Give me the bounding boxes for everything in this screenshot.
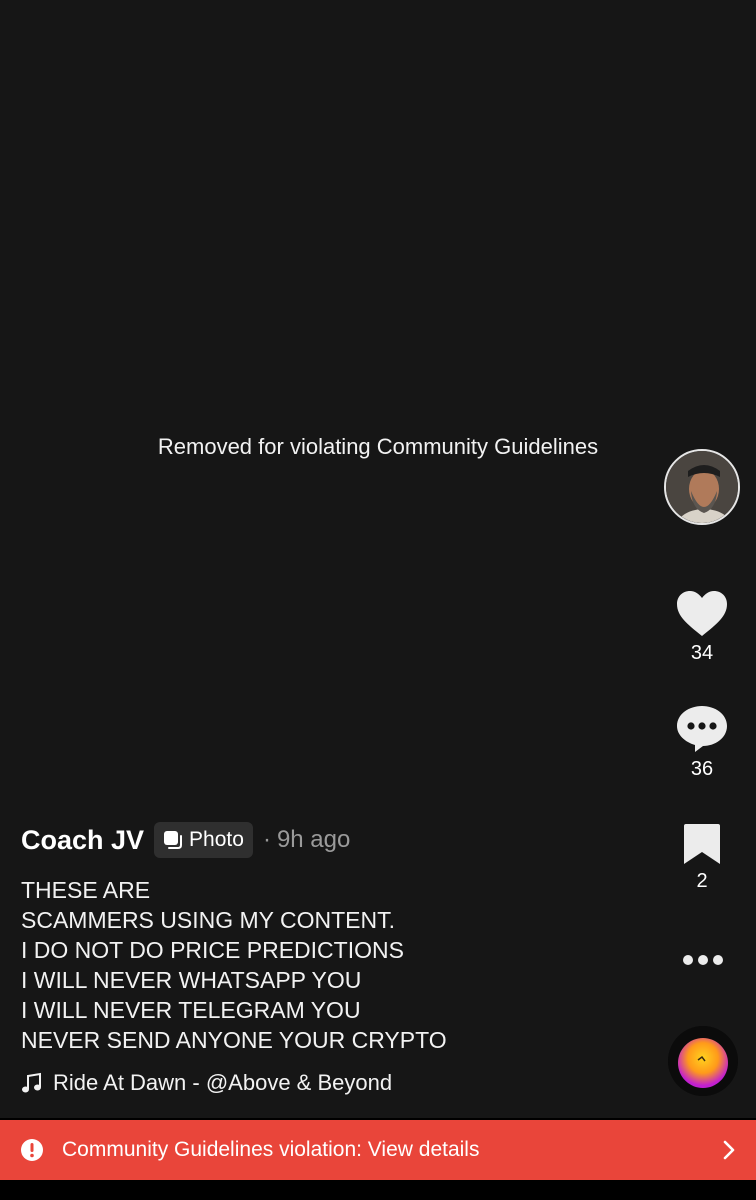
save-count: 2: [696, 870, 708, 892]
caption-line: NEVER SEND ANYONE YOUR CRYPTO: [21, 1027, 447, 1053]
photo-badge: Photo: [154, 822, 253, 858]
post-caption: THESE ARE SCAMMERS USING MY CONTENT. I D…: [21, 875, 641, 1055]
music-note-icon: [22, 1072, 41, 1093]
ellipsis-icon: [683, 955, 723, 965]
heart-icon: [677, 591, 727, 636]
caption-line: I DO NOT DO PRICE PREDICTIONS: [21, 937, 404, 963]
caption-line: SCAMMERS USING MY CONTENT.: [21, 907, 395, 933]
sound-cover-icon: [668, 1026, 738, 1096]
caption-line: THESE ARE: [21, 877, 151, 903]
photo-badge-label: Photo: [189, 828, 244, 851]
meta-separator: ·: [262, 826, 271, 853]
photo-stack-icon: [164, 831, 183, 849]
post-meta: Coach JV Photo · 9h ago: [21, 820, 350, 860]
creator-avatar[interactable]: [664, 449, 740, 525]
violation-text: Community Guidelines violation: View det…: [62, 1138, 480, 1161]
post-time: 9h ago: [276, 826, 351, 853]
author-name[interactable]: Coach JV: [21, 825, 144, 856]
caption-line: I WILL NEVER WHATSAPP YOU: [21, 967, 362, 993]
bottom-safe-area: [0, 1180, 756, 1200]
caption-line: I WILL NEVER TELEGRAM YOU: [21, 997, 361, 1023]
violation-banner[interactable]: Community Guidelines violation: View det…: [0, 1120, 756, 1180]
comment-button[interactable]: 36: [662, 704, 742, 781]
comment-icon: [677, 706, 727, 752]
chevron-right-icon: [723, 1140, 735, 1160]
more-options-button[interactable]: [682, 950, 724, 970]
music-title: Ride At Dawn - @Above & Beyond: [53, 1070, 391, 1095]
removed-message: Removed for violating Community Guidelin…: [157, 434, 599, 459]
bookmark-icon: [684, 824, 720, 864]
music-link[interactable]: Ride At Dawn - @Above & Beyond: [21, 1068, 391, 1098]
save-button[interactable]: 2: [662, 822, 742, 893]
like-button[interactable]: 34: [662, 590, 742, 665]
like-count: 34: [690, 642, 714, 664]
sound-disc[interactable]: [668, 1026, 738, 1096]
comment-count: 36: [690, 758, 714, 780]
alert-icon: [21, 1139, 43, 1161]
